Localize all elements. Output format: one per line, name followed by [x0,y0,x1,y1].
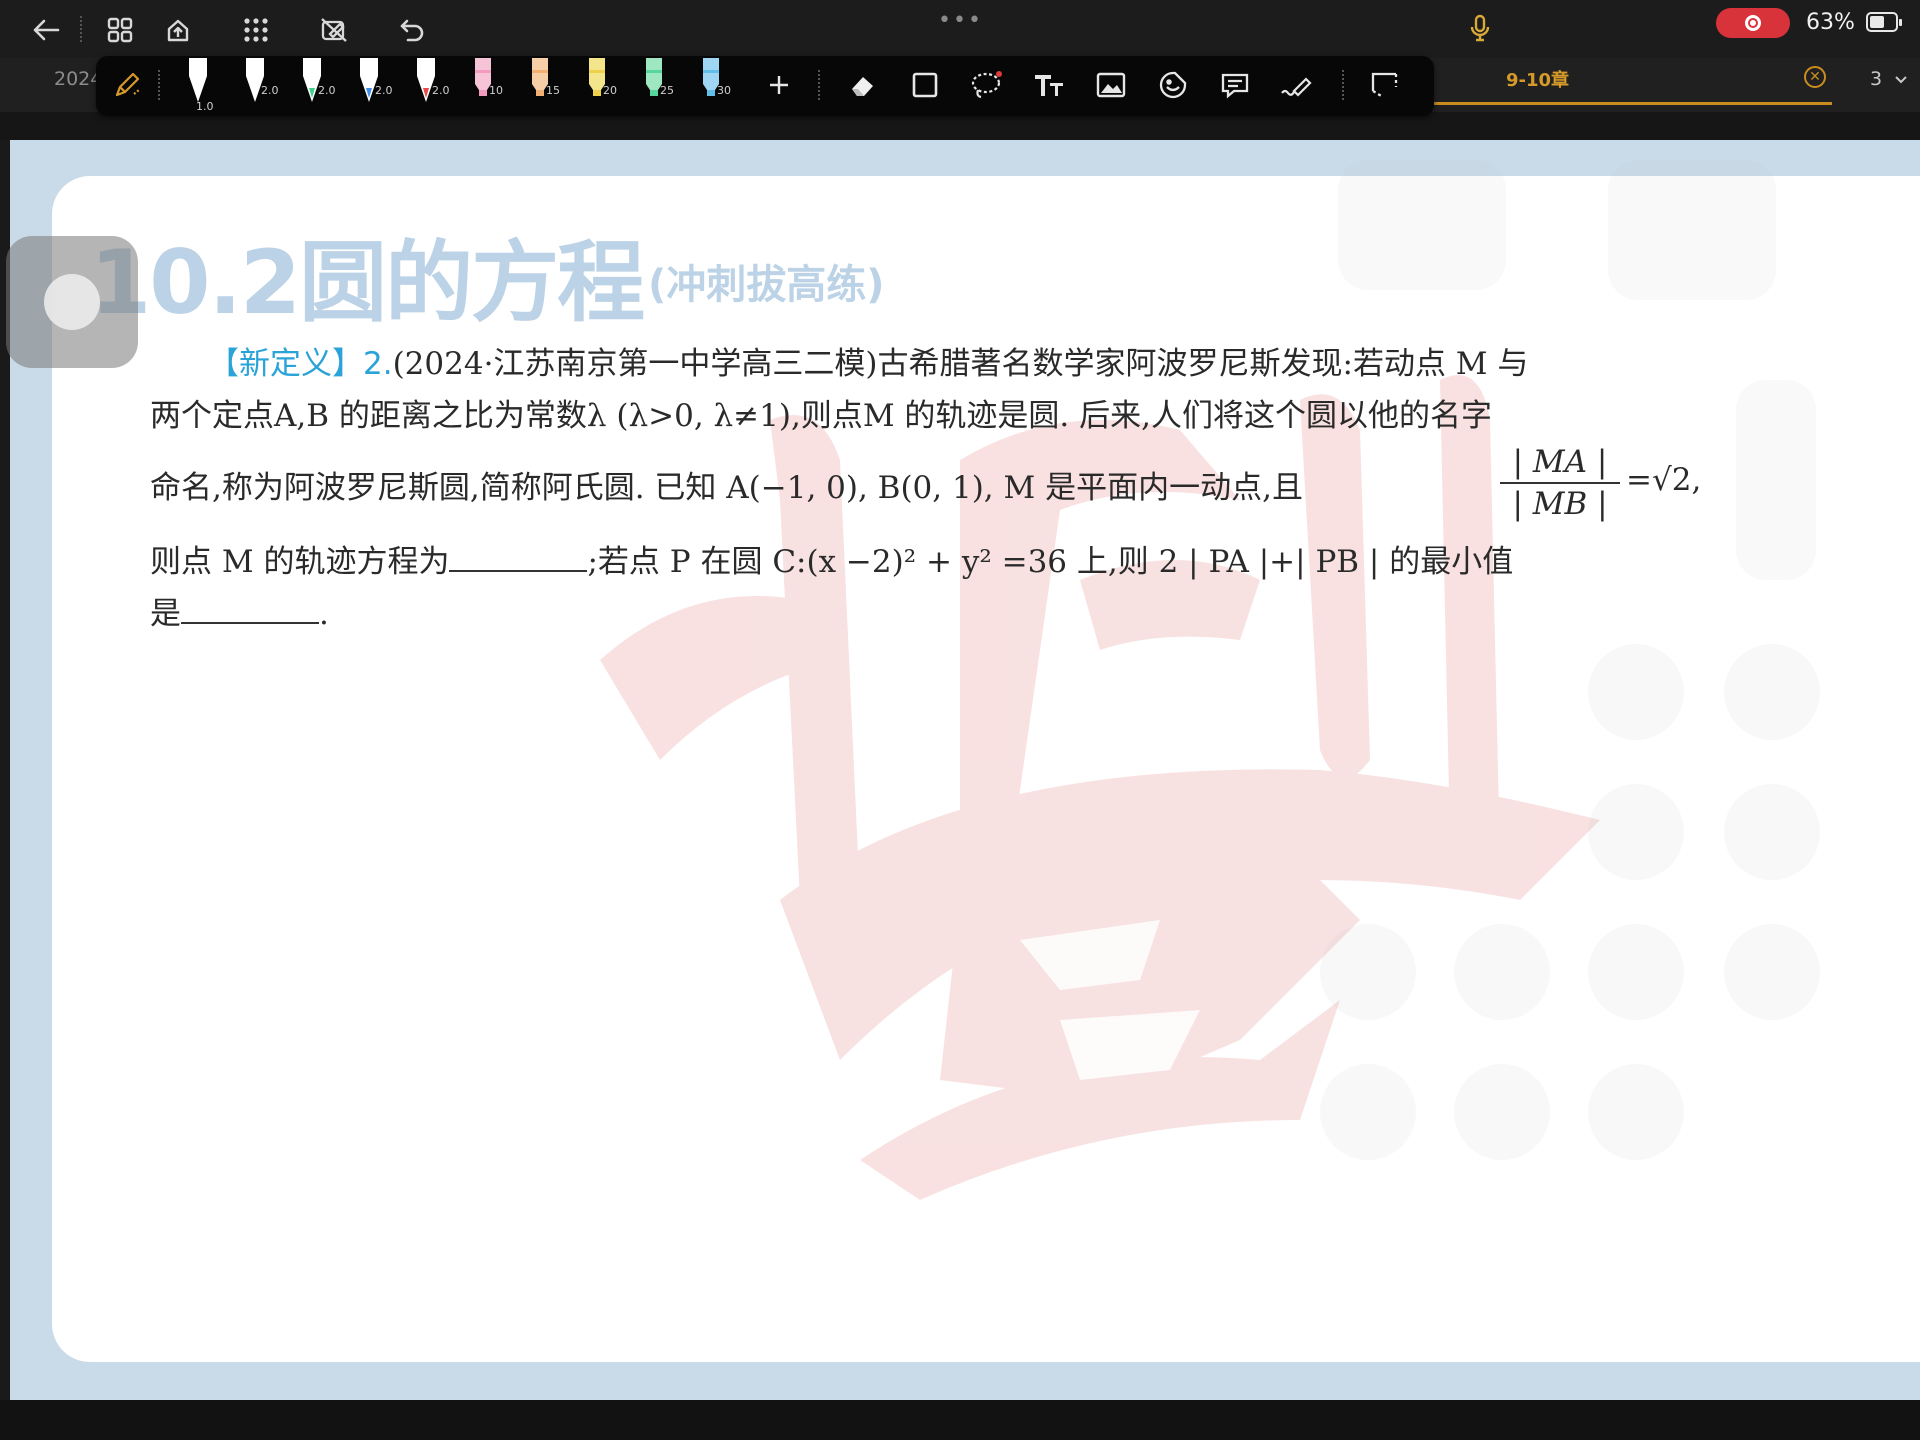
answer-blank-1[interactable] [449,550,588,572]
undo-icon[interactable] [394,12,430,48]
toolbar-divider [158,70,160,100]
pen-size-label: 2.0 [375,84,393,97]
pen-icon [246,58,264,102]
pen-icon [417,58,435,102]
ghost-control-button [1588,644,1684,740]
ghost-control-tile [1608,160,1776,300]
bottom-bar [0,1400,1920,1440]
problem-line-4: 则点 M 的轨迹方程为 ;若点 P 在圆 C:(x −2)² + y² =36 上… [150,536,1513,581]
ghost-control-button [1454,924,1550,1020]
pen-size-label: 15 [546,84,560,97]
tab-close-icon[interactable]: ✕ [1804,66,1826,88]
pen-preset-5[interactable]: 2.0 [406,56,450,112]
pen-icon [303,58,321,102]
page-number: 3 [1870,68,1883,90]
pen-size-label: 2.0 [432,84,450,97]
problem-line-4a: 则点 M 的轨迹方程为 [150,544,450,580]
pen-mode-icon[interactable] [108,66,146,104]
section-subtitle: (冲刺拔高练) [648,262,885,308]
sticker-icon[interactable] [1154,66,1192,104]
toolbar-divider [818,70,820,100]
battery-percentage: 63% [1806,10,1855,35]
page-number-selector[interactable]: 3 [1870,68,1908,90]
collapse-toolbar-icon[interactable] [1366,66,1404,104]
microphone-icon[interactable] [1470,14,1490,46]
problem-line-5b: . [319,596,329,632]
pen-toolbar: 1.0 2.0 2.0 2.0 2.0 10 15 20 25 30 [96,56,1434,116]
eraser-icon[interactable] [844,66,882,104]
pen-size-label: 25 [660,84,674,97]
pen-preset-6[interactable]: 10 [463,56,503,112]
problem-line-2: 两个定点A,B 的距离之比为常数λ (λ>0, λ≠1),则点M 的轨迹是圆. … [150,398,1492,434]
assistive-touch-button[interactable] [6,236,138,368]
ghost-control-button [1588,1064,1684,1160]
top-nav-bar: ••• 63% [0,0,1920,58]
pen-preset-9[interactable]: 25 [634,56,674,112]
tab-active[interactable]: 9-10章 ✕ [1434,58,1832,105]
pen-preset-8[interactable]: 20 [577,56,617,112]
tab-active-label: 9-10章 [1506,70,1570,91]
pen-icon [589,58,605,96]
text-tool-icon[interactable] [1030,66,1068,104]
pen-icon [360,58,378,102]
pen-preset-3[interactable]: 2.0 [292,56,336,112]
shape-rectangle-icon[interactable] [906,66,944,104]
no-edit-mode-icon[interactable] [316,12,352,48]
pen-preset-10[interactable]: 30 [691,56,731,112]
pen-size-label: 2.0 [261,84,279,97]
image-insert-icon[interactable] [1092,66,1130,104]
multitask-handle-icon[interactable]: ••• [938,8,983,33]
pen-preset-7[interactable]: 15 [520,56,560,112]
pen-preset-4[interactable]: 2.0 [349,56,393,112]
fraction-denominator: | MB | [1512,486,1608,522]
pen-preset-1[interactable]: 1.0 [178,56,218,113]
share-export-icon[interactable] [160,12,196,48]
grid-view-icon[interactable] [102,12,138,48]
add-pen-icon[interactable] [760,66,798,104]
ghost-control-button [1320,1064,1416,1160]
ghost-control-button [1724,644,1820,740]
ghost-control-button [1454,1064,1550,1160]
laser-pointer-icon[interactable] [1278,66,1316,104]
ghost-control-button [1588,784,1684,880]
ghost-control-tile [1338,160,1506,290]
ghost-control-button [1320,924,1416,1020]
problem-line-3: 命名,称为阿波罗尼斯圆,简称阿氏圆. 已知 A(−1, 0), B(0, 1),… [150,470,1303,506]
ghost-control-button [1724,924,1820,1020]
section-title: 10.2圆的方程 [90,231,645,334]
pen-icon [646,58,662,96]
pen-preset-2[interactable]: 2.0 [235,56,279,112]
screen-recording-indicator[interactable] [1716,8,1790,38]
ghost-control-button [1588,924,1684,1020]
problem-line-1-text: (2024·江苏南京第一中学高三二模)古希腊著名数学家阿波罗尼斯发现:若动点 M… [392,346,1529,382]
problem-line-4b: ;若点 P 在圆 C:(x −2)² + y² =36 上,则 2 | PA |… [587,544,1514,580]
lasso-icon[interactable] [968,66,1006,104]
problem-line-1: 【新定义】2.(2024·江苏南京第一中学高三二模)古希腊著名数学家阿波罗尼斯发… [150,338,1528,383]
pen-size-label: 30 [717,84,731,97]
problem-line-5a: 是 [150,596,181,632]
pen-icon [475,58,491,96]
toolbar-divider [80,16,83,42]
battery-icon [1866,12,1902,32]
pen-icon [532,58,548,96]
chevron-down-icon [1895,76,1907,84]
toolbar-divider [1342,70,1344,100]
fraction-ma-mb: | MA | | MB | [1500,444,1620,522]
apps-menu-icon[interactable] [238,12,274,48]
problem-line-5: 是. [150,588,329,633]
pen-size-label: 2.0 [318,84,336,97]
comment-icon[interactable] [1216,66,1254,104]
pen-size-label: 1.0 [196,100,214,113]
ghost-control-button [1724,784,1820,880]
fraction-rhs: =√2, [1626,462,1702,498]
pen-size-label: 10 [489,84,503,97]
pen-icon [703,58,719,96]
fraction-numerator: | MA | [1500,444,1620,484]
problem-tag: 【新定义】2. [208,346,393,382]
answer-blank-2[interactable] [181,602,319,624]
ghost-volume-slider [1736,380,1816,580]
back-arrow-icon[interactable] [28,12,64,48]
pen-size-label: 20 [603,84,617,97]
